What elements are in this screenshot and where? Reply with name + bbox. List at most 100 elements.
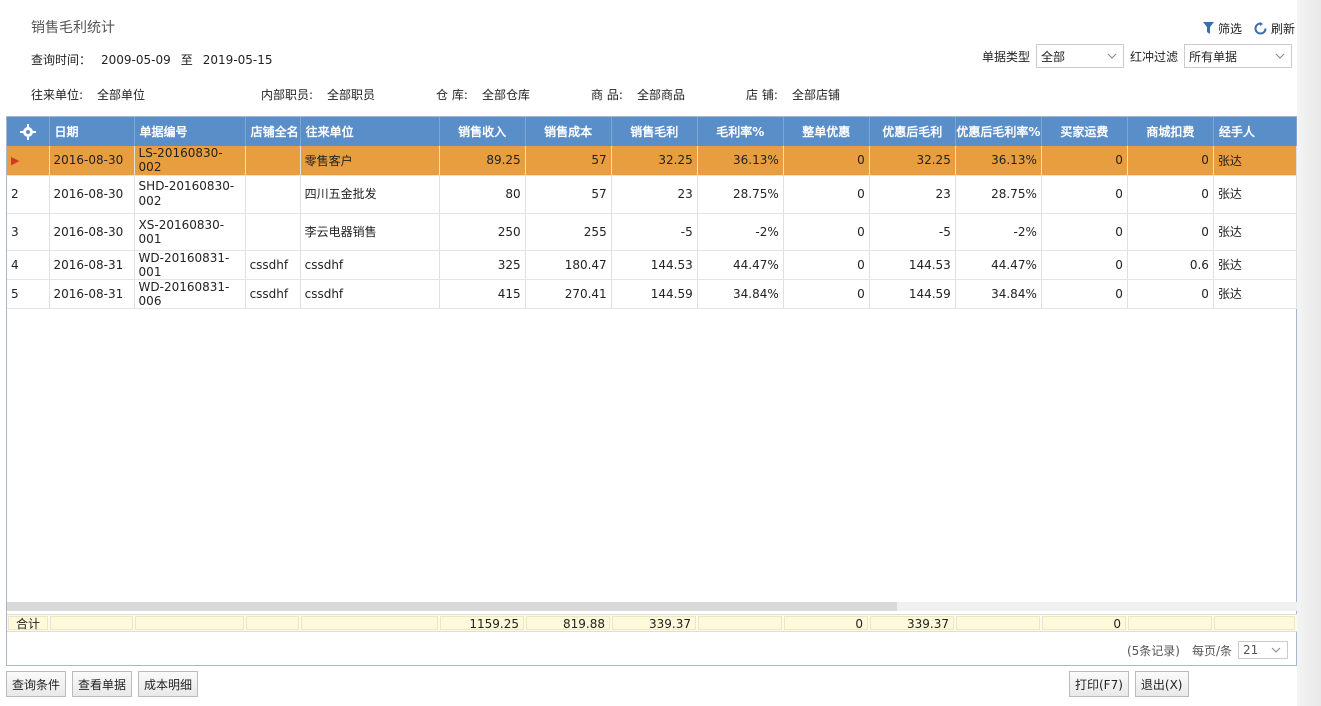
- col-header-sales-cost[interactable]: 销售成本: [525, 117, 612, 146]
- table-cell: 张达: [1213, 175, 1298, 214]
- table-row[interactable]: 5 2016-08-31 WD-20160831-006 cssdhf cssdhf 41…: [7, 279, 1298, 309]
- col-header-doc-no[interactable]: 单据编号: [134, 117, 246, 146]
- table-cell: cssdhf: [245, 279, 301, 309]
- per-page-select[interactable]: 21: [1238, 641, 1288, 659]
- table-cell: 28.75%: [955, 175, 1042, 214]
- table-cell: 80: [439, 175, 526, 214]
- table-cell: 张达: [1213, 279, 1298, 309]
- col-header-profit-after-discount[interactable]: 优惠后毛利: [869, 117, 956, 146]
- totals-cell-empty: [1214, 616, 1295, 630]
- table-cell: 零售客户: [300, 146, 440, 176]
- table-cell: 32.25: [869, 146, 956, 176]
- col-header-mall-fee[interactable]: 商城扣费: [1127, 117, 1214, 146]
- table-cell: cssdhf: [300, 250, 440, 280]
- record-count: (5条记录): [1126, 643, 1180, 658]
- table-cell: 张达: [1213, 250, 1298, 280]
- current-row-arrow-icon: ▶: [11, 154, 20, 168]
- filter-selects: 单据类型 全部 红冲过滤 所有单据: [982, 44, 1292, 68]
- table-cell: 0: [783, 175, 870, 214]
- bottom-left-buttons: 查询条件 查看单据 成本明细: [6, 671, 199, 697]
- staff-label: 内部职员:: [261, 88, 314, 102]
- horizontal-scrollbar[interactable]: [7, 602, 1297, 611]
- table-cell: [245, 146, 301, 176]
- refresh-icon: [1254, 22, 1267, 35]
- table-cell: 36.13%: [697, 146, 784, 176]
- table-cell: 2016-08-30: [49, 213, 135, 251]
- row-index: 2: [7, 175, 50, 214]
- warehouse-value: 全部仓库: [482, 88, 531, 102]
- page-title: 销售毛利统计: [31, 20, 115, 36]
- chevron-down-icon: [1271, 647, 1281, 653]
- col-header-date[interactable]: 日期: [49, 117, 135, 146]
- bottom-right-buttons: 打印(F7) 退出(X): [1069, 671, 1189, 697]
- col-header-margin[interactable]: 毛利率%: [697, 117, 784, 146]
- totals-sales-income: 1159.25: [440, 616, 524, 631]
- totals-profit-after-discount: 339.37: [870, 616, 954, 631]
- col-header-sales-income[interactable]: 销售收入: [439, 117, 526, 146]
- table-cell: SHD-20160830-002: [134, 175, 246, 214]
- refresh-button[interactable]: 刷新: [1254, 20, 1295, 37]
- table-row[interactable]: 2 2016-08-30 SHD-20160830-002 四川五金批发 80 57 23 2…: [7, 175, 1298, 214]
- red-filter-select[interactable]: 所有单据: [1184, 44, 1292, 68]
- query-time-row: 查询时间： 2009-05-09 至 2019-05-15: [31, 51, 283, 68]
- totals-label: 合计: [8, 616, 48, 631]
- row-index: 3: [7, 213, 50, 251]
- filter-icon: [1202, 22, 1214, 35]
- col-header-discount[interactable]: 整单优惠: [783, 117, 870, 146]
- doc-type-select[interactable]: 全部: [1035, 44, 1124, 68]
- store-value: 全部店铺: [792, 88, 841, 102]
- table-cell: -5: [869, 213, 956, 251]
- col-header-handler[interactable]: 经手人: [1213, 117, 1298, 146]
- exit-button[interactable]: 退出(X): [1134, 671, 1189, 697]
- column-settings-button[interactable]: [7, 117, 50, 146]
- chevron-down-icon: [1275, 53, 1285, 59]
- table-cell: 23: [869, 175, 956, 214]
- table-cell: 34.84%: [697, 279, 784, 309]
- col-header-partner[interactable]: 往来单位: [300, 117, 440, 146]
- table-cell: 2016-08-31: [49, 279, 135, 309]
- table-cell: 325: [439, 250, 526, 280]
- col-header-buyer-freight[interactable]: 买家运费: [1041, 117, 1128, 146]
- store-label: 店 铺:: [746, 88, 778, 102]
- table-cell: 144.53: [611, 250, 698, 280]
- table-cell: 23: [611, 175, 698, 214]
- totals-cell-empty: [1128, 616, 1212, 630]
- totals-cell-empty: [956, 616, 1040, 630]
- table-row[interactable]: 4 2016-08-31 WD-20160831-001 cssdhf cssdhf 32…: [7, 250, 1298, 280]
- table-cell: WD-20160831-001: [134, 250, 246, 280]
- table-cell: 0: [783, 146, 870, 176]
- scrollbar-thumb[interactable]: [7, 602, 897, 611]
- query-conditions-button[interactable]: 查询条件: [6, 671, 67, 697]
- table-cell: 44.47%: [697, 250, 784, 280]
- totals-cell-empty: [135, 616, 244, 630]
- table-row[interactable]: 3 2016-08-30 XS-20160830-001 李云电器销售 250 255 -5…: [7, 213, 1298, 251]
- view-document-button[interactable]: 查看单据: [72, 671, 133, 697]
- doc-type-value: 全部: [1040, 49, 1065, 64]
- filter-button[interactable]: 筛选: [1202, 20, 1242, 37]
- table-cell: 张达: [1213, 146, 1298, 176]
- col-header-gross-profit[interactable]: 销售毛利: [611, 117, 698, 146]
- per-page-value: 21: [1243, 643, 1259, 657]
- table-cell: 144.59: [869, 279, 956, 309]
- table-cell: 0: [1041, 250, 1128, 280]
- print-button[interactable]: 打印(F7): [1069, 671, 1129, 697]
- table-cell: XS-20160830-001: [134, 213, 246, 251]
- col-header-margin-after-discount[interactable]: 优惠后毛利率%: [955, 117, 1042, 146]
- table-cell: 28.75%: [697, 175, 784, 214]
- row-index: 4: [7, 250, 50, 280]
- refresh-label: 刷新: [1270, 22, 1295, 36]
- table-cell: 2016-08-30: [49, 146, 135, 176]
- table-cell: 250: [439, 213, 526, 251]
- cost-detail-button[interactable]: 成本明细: [138, 671, 199, 697]
- totals-cell-empty: [50, 616, 133, 630]
- col-header-store[interactable]: 店铺全名: [245, 117, 301, 146]
- toolbar: 筛选 刷新: [1202, 20, 1295, 37]
- table-cell: 57: [525, 146, 612, 176]
- table-cell: -5: [611, 213, 698, 251]
- table-cell: 0: [1041, 213, 1128, 251]
- table-cell: 44.47%: [955, 250, 1042, 280]
- table-row[interactable]: ▶ 2016-08-30 LS-20160830-002 零售客户 89.25 57 32.…: [7, 146, 1298, 176]
- table-cell: 0: [1127, 279, 1214, 309]
- row-index: 5: [7, 279, 50, 309]
- data-grid: 日期 单据编号 店铺全名 往来单位 销售收入 销售成本 销售毛利 毛利率% 整单…: [6, 116, 1298, 666]
